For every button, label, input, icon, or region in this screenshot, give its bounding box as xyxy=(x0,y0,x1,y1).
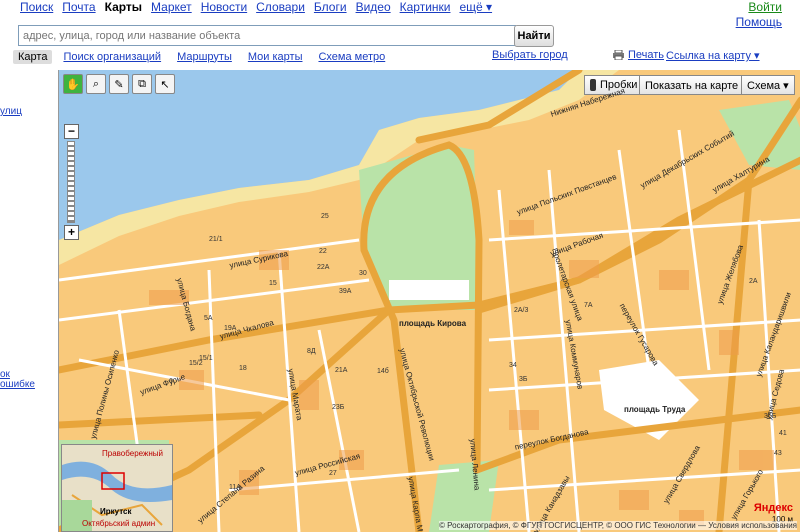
house-number: 21/1 xyxy=(209,236,223,243)
scheme-dropdown[interactable]: Схема ▾ xyxy=(741,75,795,95)
nav-video[interactable]: Видео xyxy=(356,0,391,16)
traffic-light-icon xyxy=(590,79,596,91)
house-number: 15 xyxy=(269,280,277,287)
overview-minimap[interactable]: Правобережный Иркутск Октябрьский админ xyxy=(61,444,173,532)
nav-more[interactable]: ещё ▾ xyxy=(459,0,492,16)
house-number: 2А xyxy=(749,278,758,285)
left-fragment-3[interactable]: ошибке xyxy=(0,379,35,390)
house-number: 34 xyxy=(509,362,517,369)
hand-tool-icon[interactable]: ✋ xyxy=(63,74,83,94)
nav-maps[interactable]: Карты xyxy=(105,0,142,16)
house-number: 2А/3 xyxy=(514,307,529,314)
map-tabs: Карта Поиск организаций Маршруты Мои кар… xyxy=(13,48,396,65)
square-label: площадь Труда xyxy=(624,405,686,414)
house-number: 41 xyxy=(779,430,787,437)
zoom-out-button[interactable]: − xyxy=(64,124,79,139)
house-number: 11А xyxy=(229,484,241,491)
minimap-district-label: Правобережный xyxy=(102,449,163,458)
house-number: 3Б xyxy=(519,376,528,383)
map-tools: ✋ ⌕ ✎ ⧉ ↖ xyxy=(63,74,175,94)
house-number: 7А xyxy=(584,302,593,309)
house-number: 30 xyxy=(359,270,367,277)
yandex-logo: Яндекс xyxy=(753,502,793,514)
search-button[interactable]: Найти xyxy=(514,25,554,47)
house-number: 39А xyxy=(339,288,352,295)
zoom-slider[interactable] xyxy=(67,141,75,223)
tab-organizations[interactable]: Поиск организаций xyxy=(58,50,166,64)
house-number: 6 xyxy=(169,378,173,385)
ruler-tool-icon[interactable]: ✎ xyxy=(109,74,129,94)
pointer-tool-icon[interactable]: ↖ xyxy=(155,74,175,94)
print-button[interactable]: Печать xyxy=(613,49,664,61)
nav-mail[interactable]: Почта xyxy=(62,0,95,16)
magnifier-tool-icon[interactable]: ⌕ xyxy=(86,74,106,94)
nav-blogs[interactable]: Блоги xyxy=(314,0,347,16)
house-number: 15/2 xyxy=(189,360,203,367)
house-number: 27 xyxy=(329,470,337,477)
show-on-map-dropdown[interactable]: Показать на карте ▾ xyxy=(639,75,753,95)
left-fragment-1[interactable]: улиц xyxy=(0,106,34,117)
minimap-city-label: Иркутск xyxy=(100,507,132,516)
zoom-in-button[interactable]: + xyxy=(64,225,79,240)
printer-icon xyxy=(613,50,624,60)
house-number: 21А xyxy=(335,367,348,374)
map-copyright: © Роскартография, © ФГУП ГОСГИСЦЕНТР, © … xyxy=(439,521,797,530)
map-link-dropdown[interactable]: Ссылка на карту ▾ xyxy=(666,49,760,62)
choose-city-link[interactable]: Выбрать город xyxy=(492,49,568,61)
house-number: 8Д xyxy=(307,348,316,355)
house-number: 23Б xyxy=(332,404,345,411)
login-link[interactable]: Войти xyxy=(748,0,782,14)
layers-tool-icon[interactable]: ⧉ xyxy=(132,74,152,94)
house-number: 22А xyxy=(317,264,330,271)
house-number: 14б xyxy=(377,368,389,375)
tab-map[interactable]: Карта xyxy=(13,49,53,64)
tab-my-maps[interactable]: Мои карты xyxy=(243,50,308,64)
nav-news[interactable]: Новости xyxy=(201,0,247,16)
tab-metro[interactable]: Схема метро xyxy=(313,50,390,64)
house-number: 22 xyxy=(319,248,327,255)
nav-dictionaries[interactable]: Словари xyxy=(256,0,305,16)
top-navigation: Поиск Почта Карты Маркет Новости Словари… xyxy=(20,0,492,16)
print-label: Печать xyxy=(628,49,665,61)
house-number: 25 xyxy=(321,213,329,220)
search-input[interactable] xyxy=(18,25,516,46)
house-number: 36Б xyxy=(764,413,777,420)
zoom-control: − + xyxy=(64,124,79,240)
house-number: 43 xyxy=(774,450,782,457)
nav-search[interactable]: Поиск xyxy=(20,0,53,16)
map-canvas[interactable]: ✋ ⌕ ✎ ⧉ ↖ − + Пробки Показать на карте ▾… xyxy=(58,70,800,532)
house-number: 5А xyxy=(204,315,213,322)
house-number: 18 xyxy=(239,365,247,372)
help-link[interactable]: Помощь xyxy=(736,15,782,29)
tab-routes[interactable]: Маршруты xyxy=(172,50,237,64)
nav-images[interactable]: Картинки xyxy=(400,0,451,16)
nav-market[interactable]: Маркет xyxy=(151,0,192,16)
house-number: 19А xyxy=(224,325,237,332)
minimap-district2-label: Октябрьский админ xyxy=(82,519,156,528)
square-label: площадь Кирова xyxy=(399,319,467,328)
